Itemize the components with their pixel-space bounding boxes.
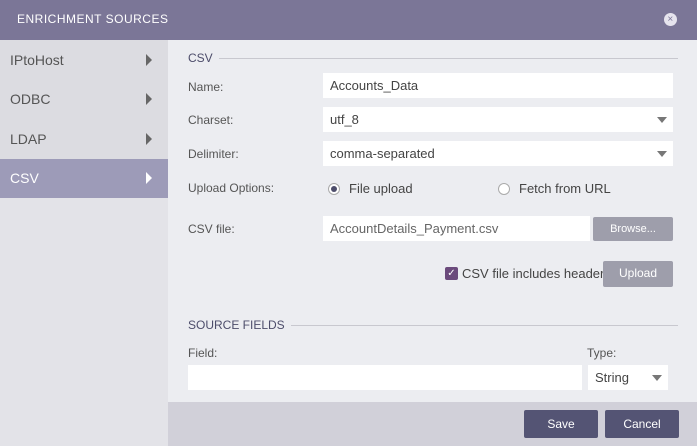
charset-label: Charset:: [188, 113, 234, 127]
dialog-title: ENRICHMENT SOURCES: [17, 12, 169, 26]
dialog-footer: Save Cancel: [168, 402, 697, 446]
browse-button[interactable]: Browse...: [593, 217, 673, 241]
csv-file-label: CSV file:: [188, 222, 235, 236]
chevron-down-icon: [657, 151, 667, 157]
field-input[interactable]: [188, 365, 582, 390]
save-button[interactable]: Save: [524, 410, 598, 438]
chevron-right-icon: [146, 93, 152, 106]
upload-options-label: Upload Options:: [188, 181, 275, 195]
header-checkbox[interactable]: ✓ CSV file includes header: [445, 266, 604, 281]
field-label: Field:: [188, 346, 218, 360]
dialog-header: ENRICHMENT SOURCES ×: [0, 0, 697, 40]
delimiter-label: Delimiter:: [188, 147, 239, 161]
upload-button[interactable]: Upload: [603, 261, 673, 287]
chevron-right-icon: [146, 53, 152, 66]
name-input[interactable]: Accounts_Data: [323, 73, 673, 98]
chevron-right-icon: [146, 132, 152, 145]
chevron-down-icon: [657, 117, 667, 123]
sidebar: IPtoHost ODBC LDAP CSV: [0, 40, 168, 446]
checkbox-checked-icon: ✓: [445, 267, 458, 280]
type-select[interactable]: String: [588, 365, 668, 390]
sidebar-item-ldap[interactable]: LDAP: [0, 119, 168, 159]
close-icon[interactable]: ×: [664, 13, 677, 26]
sidebar-item-csv[interactable]: CSV: [0, 158, 168, 198]
sidebar-item-odbc[interactable]: ODBC: [0, 79, 168, 119]
section-csv: CSV: [188, 51, 678, 65]
section-source-fields: SOURCE FIELDS: [188, 318, 678, 332]
csv-file-input[interactable]: AccountDetails_Payment.csv: [323, 216, 590, 241]
charset-select[interactable]: utf_8: [323, 107, 673, 132]
chevron-right-icon: [146, 172, 152, 185]
cancel-button[interactable]: Cancel: [605, 410, 679, 438]
sidebar-item-iptohost[interactable]: IPtoHost: [0, 40, 168, 80]
type-label: Type:: [587, 346, 617, 360]
name-label: Name:: [188, 80, 224, 94]
delimiter-select[interactable]: comma-separated: [323, 141, 673, 166]
csv-form: CSV Name: Accounts_Data Charset: utf_8 D…: [168, 40, 697, 402]
radio-fetch-url[interactable]: Fetch from URL: [498, 181, 611, 196]
chevron-down-icon: [652, 375, 662, 381]
radio-file-upload[interactable]: File upload: [328, 181, 413, 196]
